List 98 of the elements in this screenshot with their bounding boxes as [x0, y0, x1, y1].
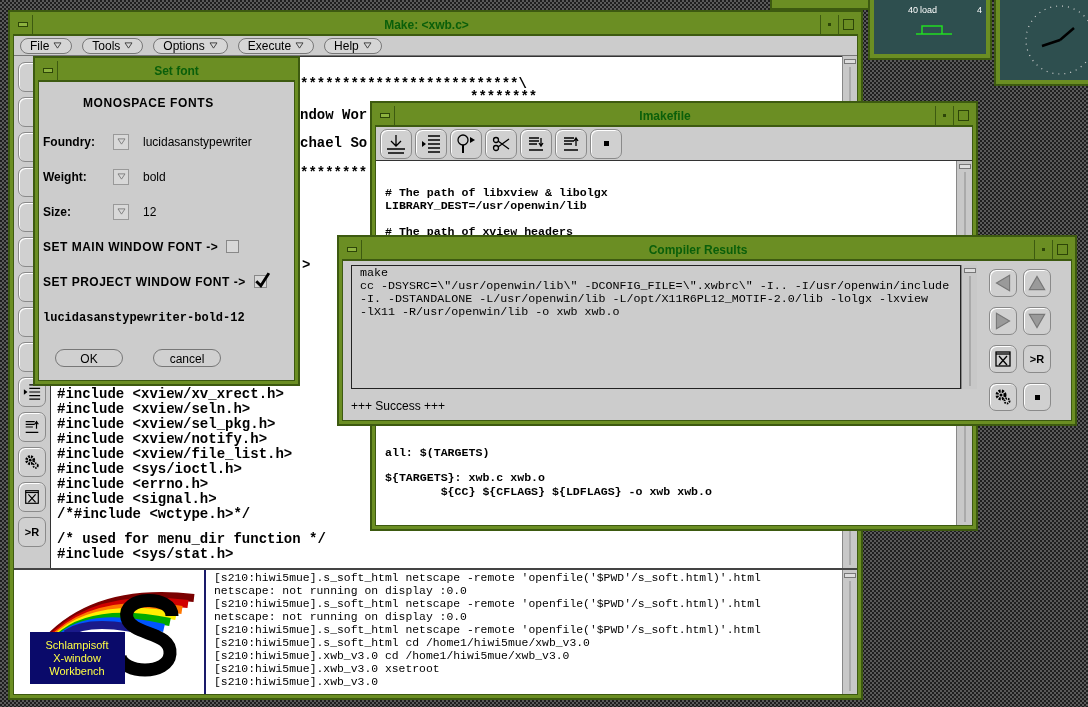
tool-button[interactable] — [380, 128, 412, 159]
window-title: Set font — [153, 63, 200, 80]
terminal-line: [s210:hiwi5mue].s_soft_html netscape -remote 'openfile('$PWD'/s_soft.html)'.html — [214, 598, 761, 611]
tool-button[interactable] — [989, 383, 1017, 411]
caret-icon — [124, 42, 134, 49]
dialog-button[interactable]: OK — [55, 349, 123, 367]
code-line: ndow Wor — [300, 108, 368, 123]
code-line: #include <xview/file_list.h> — [57, 447, 293, 462]
tool-button[interactable] — [485, 128, 517, 159]
meter-value: 4 — [977, 4, 982, 17]
tool-button[interactable] — [18, 447, 46, 477]
tool-button[interactable] — [989, 345, 1017, 373]
code-line: #include <xview/seln.h> — [57, 402, 251, 417]
field-value: bold — [143, 168, 166, 186]
tool-button[interactable] — [18, 482, 46, 512]
checkbox[interactable] — [253, 275, 267, 288]
output-line: -lX11 -R/usr/openwin/lib -o xwb xwb.o — [360, 306, 620, 319]
code-line: ${TARGETS}: xwb.c xwb.o — [385, 471, 546, 484]
terminal-line: [s210:hiwi5mue].s_soft_html netscape -remote 'openfile('$PWD'/s_soft.html)'.html — [214, 624, 761, 637]
logo-text: X-window — [53, 651, 101, 665]
terminal-line: [s210:hiwi5mue].s_soft_html netscape -remote 'openfile('$PWD'/s_soft.html)'.html — [214, 572, 761, 585]
caret-icon — [116, 208, 126, 215]
output-line: make — [360, 267, 389, 280]
stamp-icon — [386, 133, 406, 154]
caret-icon — [116, 173, 126, 180]
caret-icon — [362, 42, 372, 49]
run-button[interactable]: >R — [1023, 345, 1051, 373]
window-x-icon — [993, 349, 1013, 369]
gear-icon — [23, 453, 41, 471]
code-line: chael So — [300, 136, 368, 151]
terminal-line: [s210:hiwi5mue].xwb_v3.0 — [214, 676, 379, 689]
magnifier-icon — [456, 133, 476, 154]
checkbox-label: SET MAIN WINDOW FONT -> — [43, 238, 219, 256]
code-line: ******** — [300, 166, 368, 181]
meter-label: load — [920, 4, 938, 17]
code-line: #include <xview/xv_xrect.h> — [57, 387, 284, 402]
terminal-line: [s210:hiwi5mue].xwb_v3.0 xsetroot — [214, 663, 440, 676]
dialog-button[interactable]: cancel — [153, 349, 221, 367]
tool-button[interactable] — [555, 128, 587, 159]
code-line: ******** — [470, 90, 538, 105]
output-line: cc -DSYSRC=\"/usr/openwin/lib\" -DCONFIG_FILE=\".xwbrc\" -I.. -I/usr/openwin/include — [360, 280, 950, 293]
logo-text: Schlampisoft — [45, 638, 109, 652]
code-line: #include <xview/notify.h> — [57, 432, 268, 447]
field-label: Weight: — [43, 168, 88, 186]
tool-button[interactable] — [1023, 383, 1051, 411]
output-line: -I. -DSTANDALONE -L/usr/openwin/lib -L/opt/X11R6PL12_MOTIF-2.0/lib -lolgx -lxview — [360, 293, 929, 306]
code-line: #include <errno.h> — [57, 477, 209, 492]
code-line: ${CC} ${CFLAGS} ${LDFLAGS} -o xwb xwb.o — [439, 485, 712, 498]
status-text: +++ Success +++ — [351, 398, 446, 415]
code-line: /*#include <wctype.h>*/ — [57, 507, 251, 522]
field-value: 12 — [143, 203, 157, 221]
window-x-icon — [23, 488, 41, 506]
menu-button[interactable]: File — [20, 37, 73, 54]
code-line: # The path of xview headers — [385, 225, 573, 238]
field-label: Foundry: — [43, 133, 96, 151]
scrollbar[interactable] — [961, 265, 977, 389]
sort-up-icon — [23, 418, 41, 436]
field-label: Size: — [43, 203, 72, 221]
window-title: Compiler Results — [647, 242, 749, 259]
tool-button[interactable] — [450, 128, 482, 159]
terminal-line: netscape: not running on display :0.0 — [214, 611, 467, 624]
code-line: LIBRARY_DEST=/usr/openwin/lib — [385, 199, 587, 212]
caret-icon — [53, 42, 63, 49]
terminal-line: netscape: not running on display :0.0 — [214, 585, 467, 598]
code-line: #include <sys/stat.h> — [57, 547, 234, 562]
code-line: /* used for menu_dir function */ — [57, 532, 326, 547]
menu-button[interactable]: Execute — [237, 37, 315, 54]
menu-button[interactable]: Tools — [82, 37, 144, 54]
checkbox[interactable] — [226, 240, 240, 253]
code-line: #include <xview/sel_pkg.h> — [57, 417, 276, 432]
gear-icon — [993, 387, 1013, 407]
caret-icon — [295, 42, 305, 49]
tool-button[interactable] — [590, 128, 622, 159]
logo-text: Workbench — [49, 664, 105, 678]
menu-button[interactable]: Help — [324, 37, 382, 54]
code-line: #include <signal.h> — [57, 492, 217, 507]
tool-button[interactable] — [520, 128, 552, 159]
caret-icon — [208, 42, 218, 49]
code-line: # The path of libxview & libolgx — [385, 186, 608, 199]
meter-value: 40 — [908, 4, 918, 17]
caret-icon — [116, 138, 126, 145]
window-title: Imakefile — [638, 108, 692, 125]
scrollbar[interactable] — [842, 570, 857, 694]
font-preview: lucidasanstypewriter-bold-12 — [43, 310, 245, 327]
tool-button[interactable] — [18, 412, 46, 442]
checkbox-label: SET PROJECT WINDOW FONT -> — [43, 273, 246, 291]
code-line: all: $(TARGETS) — [385, 446, 490, 459]
window-title: Make: <xwb.c> — [383, 17, 470, 34]
field-value: lucidasanstypewriter — [143, 133, 252, 151]
indent-list-icon — [421, 133, 441, 154]
code-line: #include <sys/ioctl.h> — [57, 462, 242, 477]
code-line: > — [302, 258, 311, 273]
menu-button[interactable]: Options — [153, 37, 228, 54]
tool-button[interactable] — [415, 128, 447, 159]
terminal-line: [s210:hiwi5mue].xwb_v3.0 cd /home1/hiwi5mue/xwb_v3.0 — [214, 650, 570, 663]
run-button[interactable]: >R — [18, 517, 46, 547]
dialog-heading: MONOSPACE FONTS — [83, 95, 214, 112]
terminal-line: [s210:hiwi5mue].s_soft_html cd /home1/hiwi5mue/xwb_v3.0 — [214, 637, 590, 650]
